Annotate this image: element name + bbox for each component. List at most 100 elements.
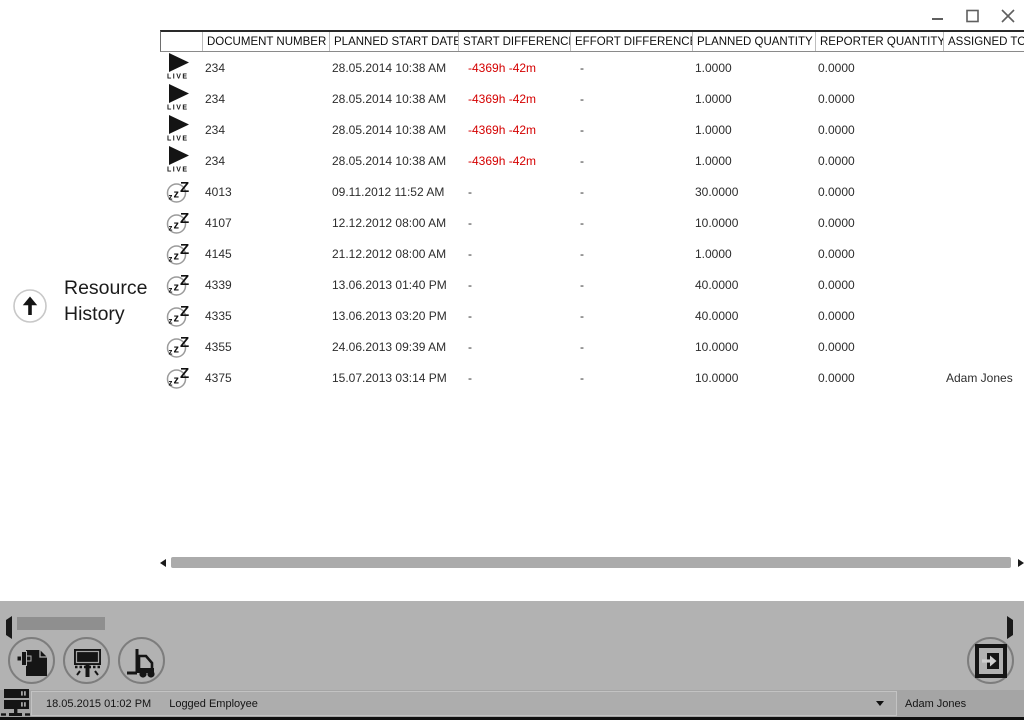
row-state-cell: z z Z [160, 363, 201, 393]
svg-text:LIVE: LIVE [167, 74, 189, 80]
cell-start-difference: -4369h -42m [457, 154, 569, 168]
table-row[interactable]: LIVE 234 28.05.2014 10:38 AM -4369h -42m… [160, 114, 1024, 145]
maximize-button[interactable] [961, 5, 985, 27]
scroll-right-arrow-icon[interactable] [1018, 559, 1024, 567]
status-session-label: Logged Employee [169, 698, 258, 710]
table-row[interactable]: LIVE 234 28.05.2014 10:38 AM -4369h -42m… [160, 145, 1024, 176]
row-state-cell: z z Z [160, 239, 201, 269]
column-header-document-number[interactable]: DOCUMENT NUMBER [202, 32, 329, 51]
svg-text:z: z [174, 281, 180, 293]
cell-assigned-to: Adam Jones [942, 371, 1024, 385]
table-row[interactable]: z z Z 4339 13.06.2013 01:40 PM - - 40.00… [160, 269, 1024, 300]
cell-planned-start-date: 09.11.2012 11:52 AM [328, 185, 457, 199]
cell-planned-quantity: 30.0000 [691, 185, 814, 199]
table-row[interactable]: z z Z 4013 09.11.2012 11:52 AM - - 30.00… [160, 176, 1024, 207]
live-icon: LIVE [165, 53, 193, 82]
cell-document-number: 4335 [201, 309, 328, 323]
scrollbar-track[interactable] [170, 556, 1014, 569]
sleep-icon: z z Z [165, 301, 193, 331]
cell-reporter-quantity: 0.0000 [814, 154, 942, 168]
svg-text:Z: Z [180, 179, 189, 196]
svg-text:z: z [174, 188, 180, 200]
svg-text:z: z [169, 223, 173, 232]
table-row[interactable]: z z Z 4335 13.06.2013 03:20 PM - - 40.00… [160, 300, 1024, 331]
left-arrow-icon [6, 616, 12, 639]
cell-start-difference: - [457, 216, 569, 230]
column-header-assigned-to[interactable]: ASSIGNED TO [943, 32, 1024, 51]
server-network-icon [1, 688, 32, 720]
table-row[interactable]: z z Z 4375 15.07.2013 03:14 PM - - 10.00… [160, 362, 1024, 393]
exit-button[interactable] [967, 637, 1014, 684]
grid-body: LIVE 234 28.05.2014 10:38 AM -4369h -42m… [160, 52, 1024, 393]
cell-reporter-quantity: 0.0000 [814, 309, 942, 323]
sleep-icon: z z Z [165, 363, 193, 393]
column-header-planned-quantity[interactable]: PLANNED QUANTITY [692, 32, 815, 51]
toolbar-scroll-left-button[interactable] [6, 620, 12, 635]
column-header-state[interactable] [161, 32, 202, 51]
column-header-effort-difference[interactable]: EFFORT DIFFERENCE [570, 32, 692, 51]
table-row[interactable]: LIVE 234 28.05.2014 10:38 AM -4369h -42m… [160, 83, 1024, 114]
cell-effort-difference: - [569, 371, 691, 385]
cell-planned-start-date: 12.12.2012 08:00 AM [328, 216, 457, 230]
cell-reporter-quantity: 0.0000 [814, 216, 942, 230]
new-document-button[interactable] [8, 637, 55, 684]
toolbar-scroll-right-button[interactable] [1007, 620, 1013, 635]
minimize-button[interactable] [926, 5, 950, 27]
live-icon: LIVE [165, 84, 193, 113]
machine-panel-button[interactable] [63, 637, 110, 684]
cell-effort-difference: - [569, 61, 691, 75]
cell-effort-difference: - [569, 216, 691, 230]
svg-text:z: z [174, 312, 180, 324]
cell-start-difference: -4369h -42m [457, 123, 569, 137]
sleep-icon: z z Z [165, 208, 193, 238]
session-combobox[interactable]: 18.05.2015 01:02 PM Logged Employee [31, 691, 897, 716]
status-bar: 18.05.2015 01:02 PM Logged Employee Adam… [0, 690, 1024, 717]
cell-planned-quantity: 10.0000 [691, 216, 814, 230]
svg-text:z: z [169, 285, 173, 294]
cell-reporter-quantity: 0.0000 [814, 278, 942, 292]
sleep-icon: z z Z [165, 270, 193, 300]
row-state-cell: LIVE [160, 84, 201, 113]
cell-planned-quantity: 1.0000 [691, 154, 814, 168]
scroll-left-arrow-icon[interactable] [160, 559, 166, 567]
svg-text:z: z [169, 378, 173, 387]
forklift-button[interactable] [118, 637, 165, 684]
sleep-icon: z z Z [165, 177, 193, 207]
table-row[interactable]: z z Z 4355 24.06.2013 09:39 AM - - 10.00… [160, 331, 1024, 362]
svg-text:LIVE: LIVE [167, 136, 189, 142]
close-button[interactable] [996, 5, 1020, 27]
row-state-cell: z z Z [160, 332, 201, 362]
svg-text:z: z [169, 347, 173, 356]
back-button[interactable] [12, 288, 48, 324]
grid-horizontal-scrollbar[interactable] [160, 554, 1024, 571]
scrollbar-thumb[interactable] [171, 557, 1011, 568]
minimize-icon [932, 9, 944, 23]
cell-planned-start-date: 28.05.2014 10:38 AM [328, 123, 457, 137]
cell-document-number: 4107 [201, 216, 328, 230]
grid-header-row: DOCUMENT NUMBER PLANNED START DATE START… [160, 30, 1024, 52]
table-row[interactable]: z z Z 4145 21.12.2012 08:00 AM - - 1.000… [160, 238, 1024, 269]
column-header-planned-start-date[interactable]: PLANNED START DATE [329, 32, 458, 51]
table-row[interactable]: LIVE 234 28.05.2014 10:38 AM -4369h -42m… [160, 52, 1024, 83]
column-header-reporter-quantity[interactable]: REPORTER QUANTITY [815, 32, 943, 51]
svg-text:z: z [169, 192, 173, 201]
svg-text:z: z [174, 343, 180, 355]
right-arrow-icon [1007, 616, 1013, 639]
cell-start-difference: - [457, 185, 569, 199]
cell-planned-quantity: 1.0000 [691, 247, 814, 261]
cell-effort-difference: - [569, 123, 691, 137]
row-state-cell: z z Z [160, 177, 201, 207]
window-controls [926, 5, 1020, 27]
live-icon: LIVE [165, 115, 193, 144]
resource-history-grid: DOCUMENT NUMBER PLANNED START DATE START… [160, 30, 1024, 393]
page-title-line2: History [64, 303, 125, 325]
sleep-icon: z z Z [165, 332, 193, 362]
column-header-start-difference[interactable]: START DIFFERENCE [458, 32, 570, 51]
cell-reporter-quantity: 0.0000 [814, 61, 942, 75]
sleep-icon: z z Z [165, 239, 193, 269]
row-state-cell: LIVE [160, 115, 201, 144]
toolbar-scrollbar-thumb[interactable] [17, 617, 105, 630]
combobox-dropdown-icon[interactable] [876, 701, 884, 706]
table-row[interactable]: z z Z 4107 12.12.2012 08:00 AM - - 10.00… [160, 207, 1024, 238]
svg-text:LIVE: LIVE [167, 167, 189, 173]
